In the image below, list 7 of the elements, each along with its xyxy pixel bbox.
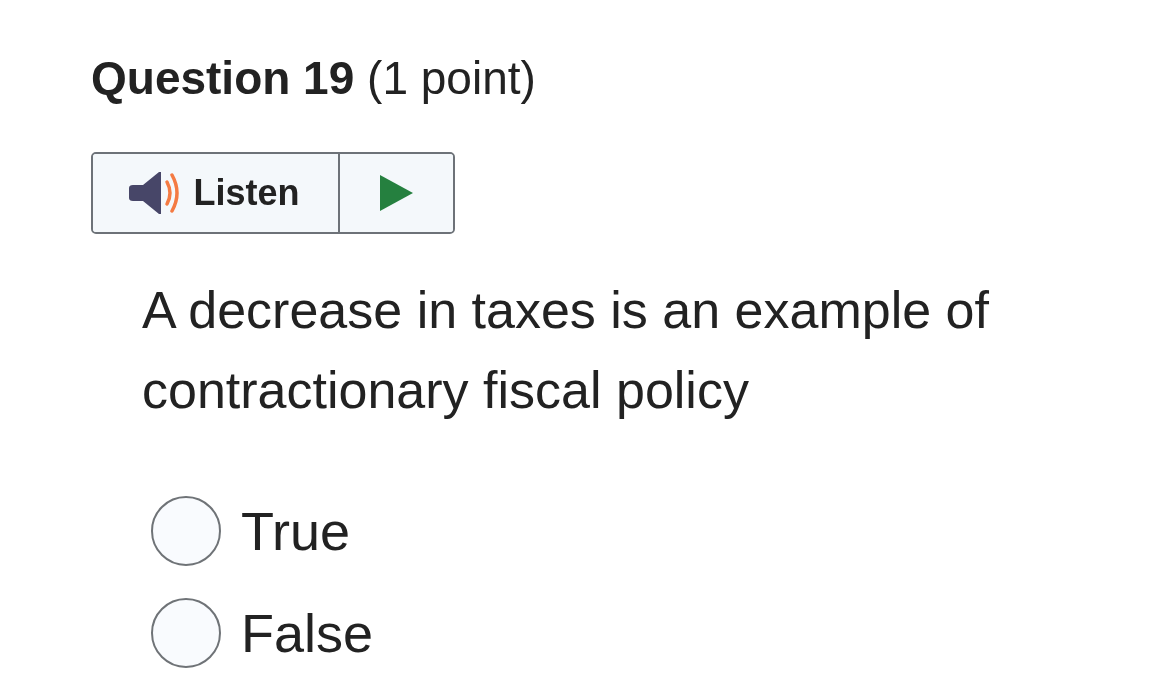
option-label: True xyxy=(241,500,351,563)
question-title: Question 19 (1 point) xyxy=(91,51,536,106)
listen-button[interactable]: Listen xyxy=(93,154,340,232)
speaker-icon xyxy=(127,171,182,215)
question-text: A decrease in taxes is an example of contractionary fiscal policy xyxy=(142,280,990,421)
option-label: False xyxy=(241,602,374,665)
play-icon xyxy=(380,175,413,211)
